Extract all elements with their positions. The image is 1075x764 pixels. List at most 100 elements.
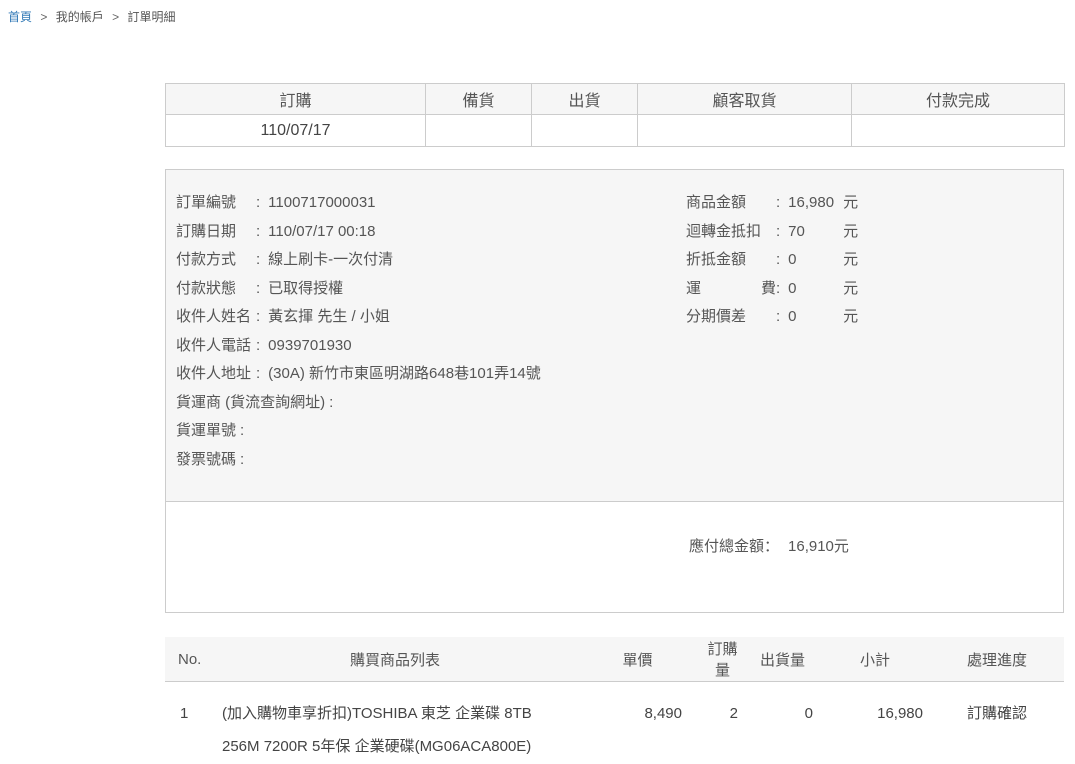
order-date-value: 110/07/17 00:18 [268,223,375,240]
status-header-row: 訂購 備貨 出貨 顧客取貨 付款完成 [166,84,1065,115]
breadcrumb-link-home[interactable]: 首頁 [8,10,32,24]
product-name: (加入購物車享折扣)TOSHIBA 東芝 企業碟 8TB 256M 7200R … [215,682,575,764]
goods-amount-value: 16,980 [788,189,843,218]
shipping-fee-row: 運 費:0元 [686,275,1063,304]
colon: : [776,308,780,325]
shipping-fee-label: 運 費 [686,275,776,304]
rebate-deduction-label: 迴轉金抵扣 [686,218,776,247]
colon: : [256,194,260,211]
payment-method-label: 付款方式 [176,246,256,275]
status-value-row: 110/07/17 [166,115,1065,147]
recipient-address-value: (30A) 新竹市東區明湖路648巷101弄14號 [268,365,541,382]
product-subtotal: 16,980 [820,682,930,764]
carrier-label: 貨運商 (貨流查詢網址) [176,389,325,418]
shipping-number-label: 貨運單號 [176,417,236,446]
invoice-number-row: 發票號碼: [176,446,686,475]
order-number-row: 訂單編號:1100717000031 [176,189,686,218]
order-status-table: 訂購 備貨 出貨 顧客取貨 付款完成 110/07/17 [165,83,1065,147]
goods-amount-label: 商品金額 [686,189,776,218]
product-row: 1 (加入購物車享折扣)TOSHIBA 東芝 企業碟 8TB 256M 7200… [165,682,1064,764]
colon: : [776,223,780,240]
products-table: No. 購買商品列表 單價 訂購量 出貨量 小計 處理進度 1 (加入購物車享折… [165,637,1064,764]
recipient-address-label: 收件人地址 [176,360,256,389]
status-header-pickup: 顧客取貨 [638,84,852,115]
order-date-row: 訂購日期:110/07/17 00:18 [176,218,686,247]
products-header-ship-qty: 出貨量 [745,637,820,682]
product-no: 1 [165,682,215,764]
payment-status-row: 付款狀態: 已取得授權 [176,275,686,304]
status-value-paid [852,115,1065,147]
shipping-fee-value: 0 [788,275,843,304]
rebate-deduction-row: 迴轉金抵扣:70元 [686,218,1063,247]
colon: : [776,280,780,297]
order-info-left-column: 訂單編號:1100717000031 訂購日期:110/07/17 00:18 … [176,189,686,474]
status-value-pickup [638,115,852,147]
products-header-name: 購買商品列表 [215,637,575,682]
status-header-ordered: 訂購 [166,84,426,115]
order-number-label: 訂單編號 [176,189,256,218]
breadcrumb-current: 訂單明細 [127,10,175,24]
total-amount-section: 應付總金額： 16,910元 [166,502,1063,612]
colon: : [256,280,260,297]
shipping-number-row: 貨運單號: [176,417,686,446]
recipient-phone-label: 收件人電話 [176,332,256,361]
colon: : [329,394,333,411]
products-header-progress: 處理進度 [930,637,1064,682]
status-header-paid: 付款完成 [852,84,1065,115]
colon: : [240,422,244,439]
colon: : [256,308,260,325]
discount-amount-label: 折抵金額 [686,246,776,275]
order-number-value: 1100717000031 [268,194,375,211]
status-header-preparing: 備貨 [426,84,532,115]
colon: : [256,337,260,354]
colon: : [256,365,260,382]
discount-amount-value: 0 [788,246,843,275]
recipient-name-label: 收件人姓名 [176,303,256,332]
installment-difference-value: 0 [788,303,843,332]
recipient-name-row: 收件人姓名: 黃玄揮 先生 / 小姐 [176,303,686,332]
installment-difference-row: 分期價差:0元 [686,303,1063,332]
recipient-name-value: 黃玄揮 先生 / 小姐 [268,308,390,325]
order-detail-page: 訂購 備貨 出貨 顧客取貨 付款完成 110/07/17 訂單編號:110071… [165,83,1064,764]
products-header-unit-price: 單價 [575,637,700,682]
recipient-phone-value: 0939701930 [268,337,351,354]
payment-method-row: 付款方式:線上刷卡-一次付清 [176,246,686,275]
recipient-phone-row: 收件人電話:0939701930 [176,332,686,361]
status-value-shipped [532,115,638,147]
product-ship-qty: 0 [745,682,820,764]
product-progress-status: 訂購確認 [930,682,1064,764]
colon: : [240,451,244,468]
currency-unit: 元 [843,308,858,325]
payment-status-value: 已取得授權 [268,280,343,297]
breadcrumb-link-account[interactable]: 我的帳戶 [56,10,104,24]
payment-status-label: 付款狀態 [176,275,256,304]
order-info-panel: 訂單編號:1100717000031 訂購日期:110/07/17 00:18 … [165,169,1064,613]
currency-unit: 元 [843,280,858,297]
breadcrumb: 首頁 > 我的帳戶 > 訂單明細 [0,0,1075,25]
invoice-number-label: 發票號碼 [176,446,236,475]
products-header-no: No. [165,637,215,682]
products-header-row: No. 購買商品列表 單價 訂購量 出貨量 小計 處理進度 [165,637,1064,682]
product-order-qty: 2 [700,682,745,764]
colon: : [256,251,260,268]
status-value-ordered-date: 110/07/17 [166,115,426,147]
total-amount-label: 應付總金額： [689,538,779,555]
recipient-address-row: 收件人地址: (30A) 新竹市東區明湖路648巷101弄14號 [176,360,686,389]
products-header-order-qty: 訂購量 [700,637,745,682]
discount-amount-row: 折抵金額:0元 [686,246,1063,275]
breadcrumb-separator: > [112,10,119,24]
rebate-deduction-value: 70 [788,218,843,247]
total-amount-value: 16,910元 [788,538,849,555]
colon: : [776,251,780,268]
product-unit-price: 8,490 [575,682,700,764]
order-date-label: 訂購日期 [176,218,256,247]
currency-unit: 元 [843,223,858,240]
currency-unit: 元 [843,251,858,268]
status-header-shipped: 出貨 [532,84,638,115]
products-header-subtotal: 小計 [820,637,930,682]
currency-unit: 元 [843,194,858,211]
colon: : [776,194,780,211]
colon: : [256,223,260,240]
carrier-row: 貨運商 (貨流查詢網址): [176,389,686,418]
status-value-preparing [426,115,532,147]
